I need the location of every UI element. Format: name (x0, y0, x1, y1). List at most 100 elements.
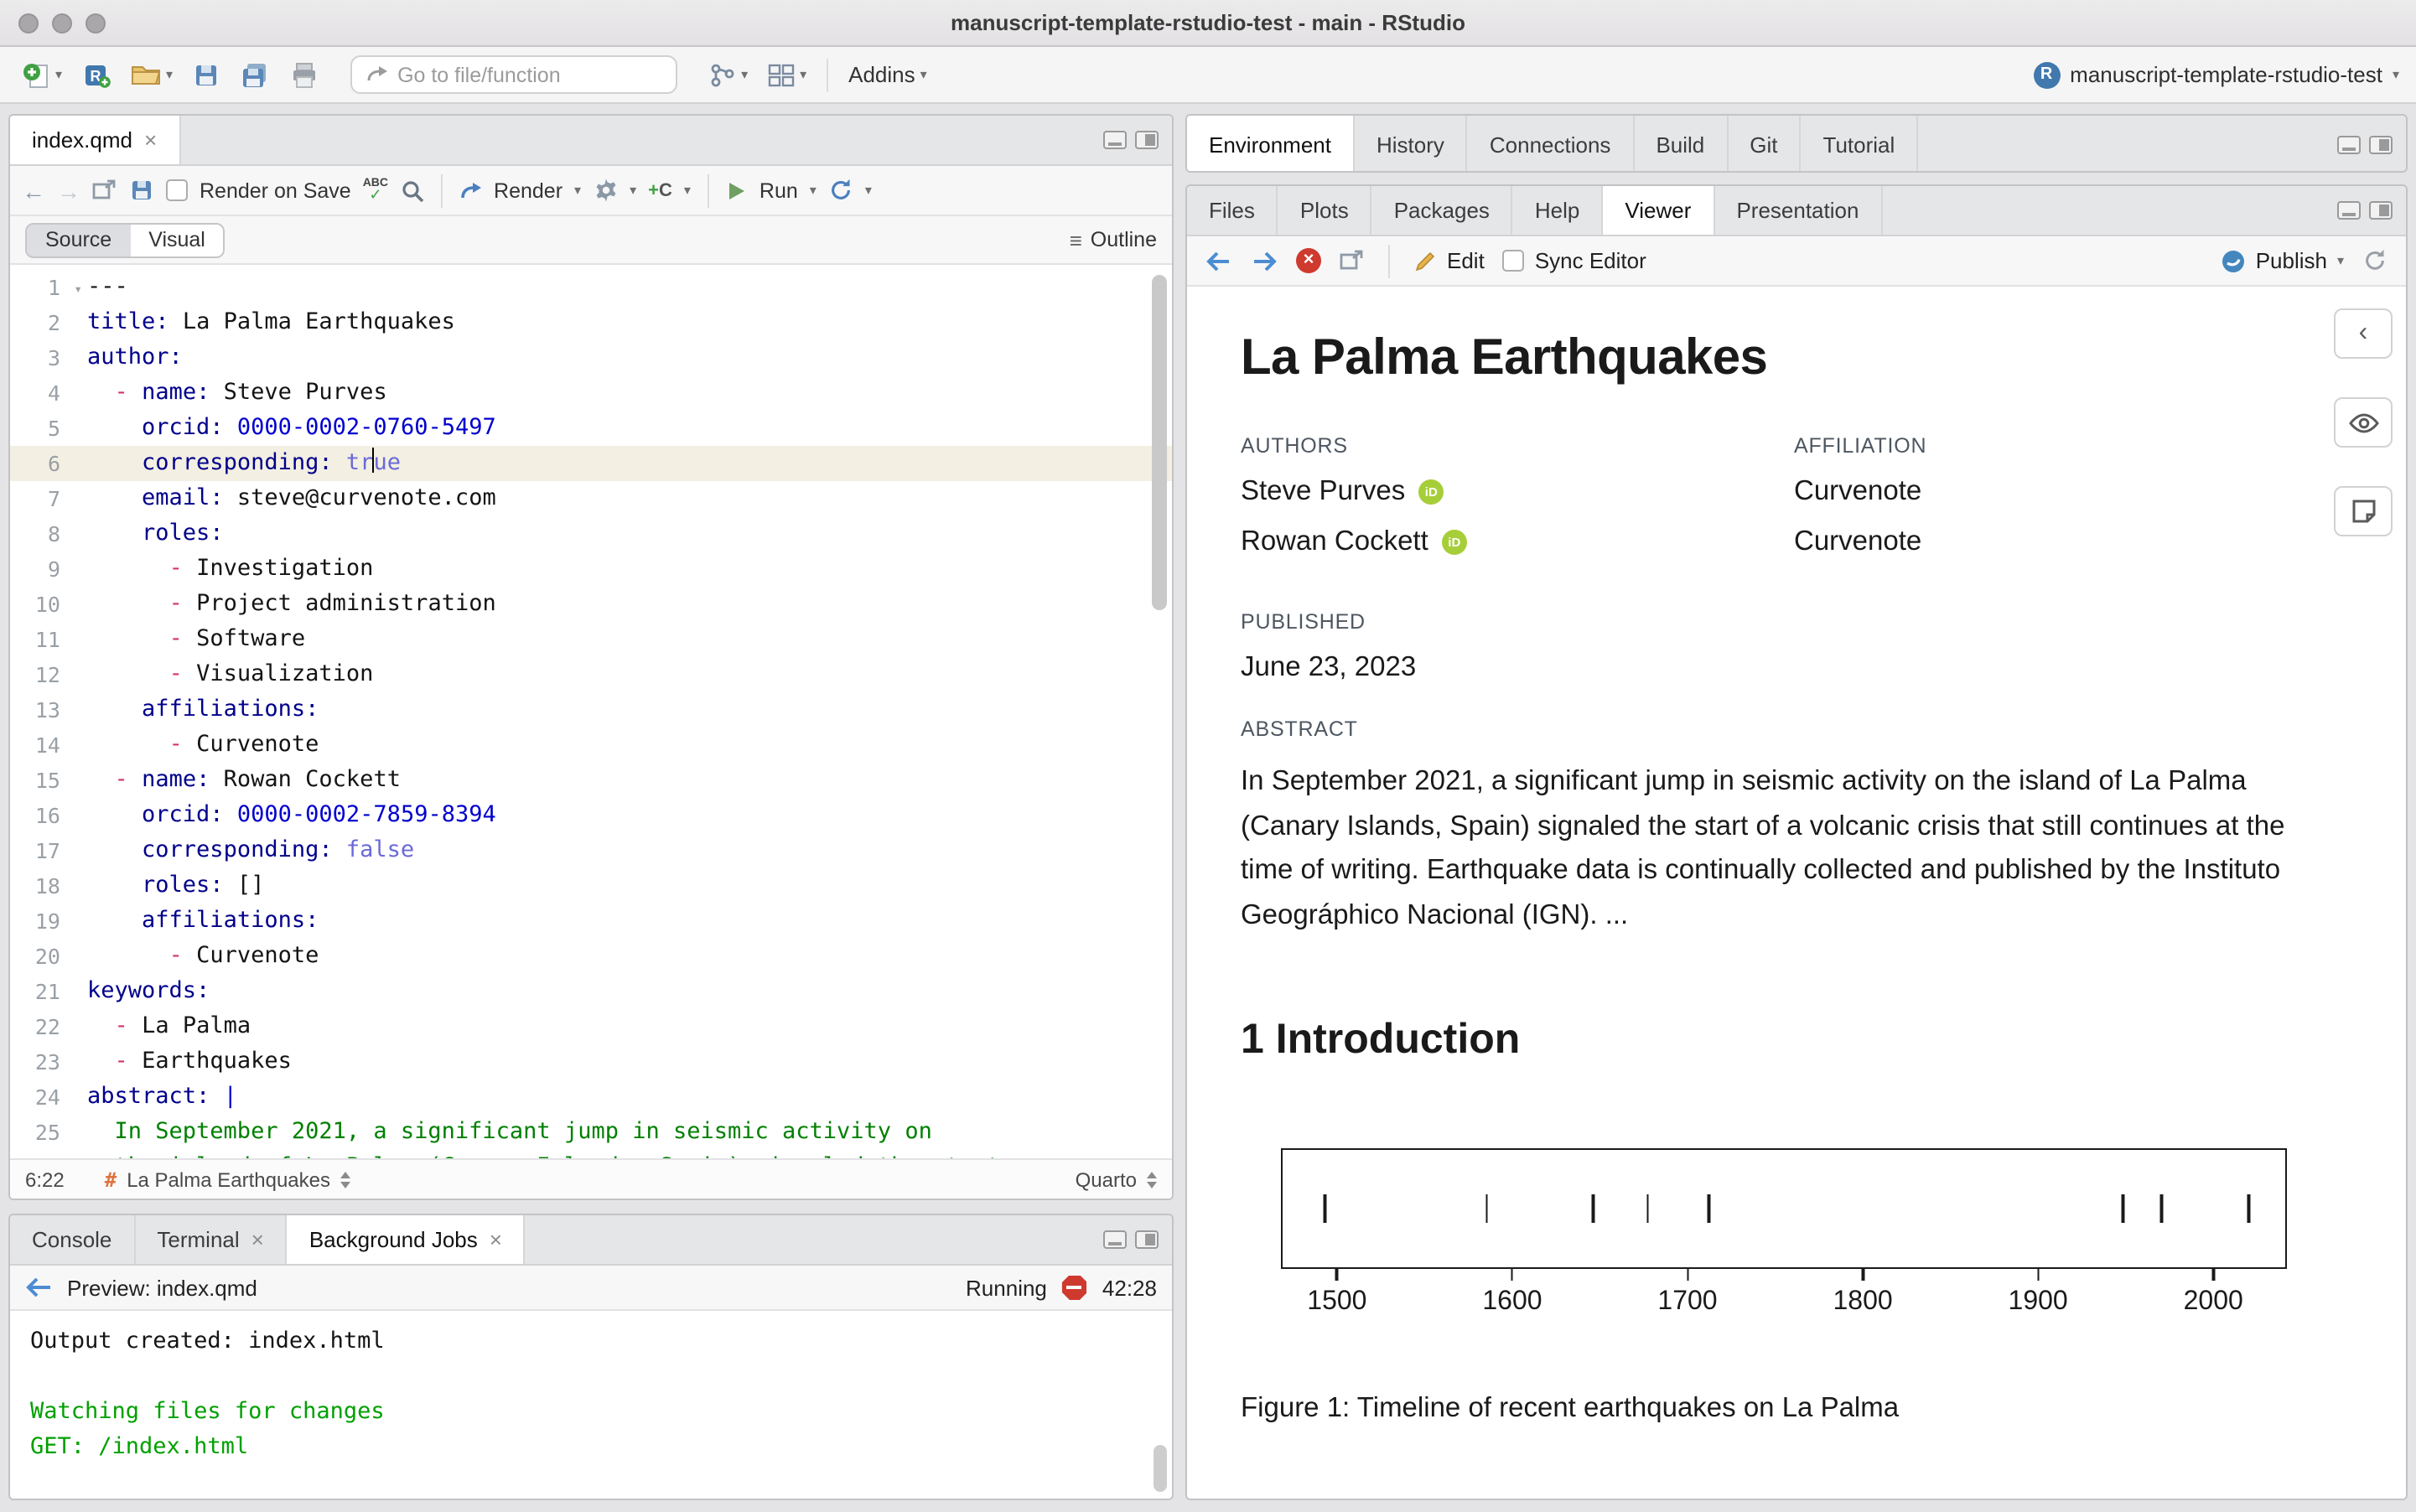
code-line-24[interactable]: 24 abstract: | (10, 1080, 1172, 1115)
spellcheck-icon[interactable]: ABC ✓ (363, 178, 388, 203)
code-line-18[interactable]: 18 roles: [] (10, 868, 1172, 904)
code-line-22[interactable]: 22 - La Palma (10, 1009, 1172, 1044)
sync-editor-checkbox[interactable] (1502, 250, 1525, 272)
maximize-pane-icon[interactable] (2369, 201, 2393, 220)
forward-icon[interactable] (1251, 251, 1278, 271)
save-all-button[interactable] (235, 58, 275, 91)
tab-console[interactable]: Console (10, 1215, 136, 1264)
goto-file-input[interactable] (397, 63, 633, 86)
print-button[interactable] (285, 58, 324, 91)
code-line-8[interactable]: 8 roles: (10, 516, 1172, 551)
maximize-pane-icon[interactable] (1135, 131, 1159, 149)
save-icon[interactable] (129, 178, 154, 203)
orcid-icon[interactable]: iD (1418, 479, 1444, 505)
code-line-23[interactable]: 23 - Earthquakes (10, 1044, 1172, 1080)
tab-terminal[interactable]: Terminal × (135, 1215, 288, 1264)
code-editor[interactable]: 1 ▾ --- 2 title: La Palma Earthquakes 3 author… (10, 265, 1172, 1158)
minimize-pane-icon[interactable] (1103, 131, 1127, 149)
addins-menu[interactable]: Addins ▾ (843, 59, 932, 91)
code-line-11[interactable]: 11 - Software (10, 622, 1172, 657)
workspace-panes-button[interactable]: ▾ (763, 60, 811, 90)
cursor-position[interactable]: 6:22 (25, 1168, 65, 1191)
annotate-button[interactable] (2334, 486, 2393, 536)
insert-chunk-icon[interactable]: +C (648, 180, 672, 200)
code-line-1[interactable]: 1 ▾ --- (10, 270, 1172, 305)
code-line-2[interactable]: 2 title: La Palma Earthquakes (10, 305, 1172, 340)
code-line-15[interactable]: 15 - name: Rowan Cockett (10, 763, 1172, 798)
close-tab-icon[interactable]: × (144, 127, 157, 153)
editor-scrollbar[interactable] (1152, 272, 1169, 1152)
new-project-button[interactable]: R (77, 57, 116, 92)
project-menu[interactable]: R manuscript-template-rstudio-test ▾ (2033, 61, 2399, 88)
code-line-19[interactable]: 19 affiliations: (10, 904, 1172, 939)
stop-job-icon[interactable] (1061, 1275, 1087, 1300)
file-type-selector[interactable]: Quarto (1076, 1168, 1157, 1191)
scrollbar-thumb[interactable] (1152, 275, 1167, 610)
code-line-25[interactable]: 25 In September 2021, a significant jump… (10, 1115, 1172, 1150)
fold-arrow-icon[interactable]: ▾ (74, 272, 82, 307)
outline-button[interactable]: ≡ Outline (1070, 227, 1157, 252)
clear-viewer-icon[interactable]: × (1296, 248, 1321, 273)
tab-files[interactable]: Files (1187, 186, 1278, 235)
close-tab-icon[interactable]: × (490, 1227, 502, 1252)
code-line-9[interactable]: 9 - Investigation (10, 551, 1172, 587)
publish-button[interactable]: Publish ▾ (2222, 248, 2344, 273)
close-tab-icon[interactable]: × (251, 1227, 264, 1252)
console-output[interactable]: Output created: index.html Watching files… (10, 1311, 1172, 1499)
refresh-icon[interactable] (2362, 248, 2387, 273)
minimize-pane-icon[interactable] (2337, 201, 2361, 220)
code-line-26[interactable]: 26 the island of La Palma (Canary Island… (10, 1150, 1172, 1158)
open-in-new-window-icon[interactable] (92, 179, 117, 201)
open-in-new-window-icon[interactable] (1340, 250, 1365, 272)
section-navigator[interactable]: # La Palma Earthquakes (105, 1168, 350, 1191)
sync-editor-toggle[interactable]: Sync Editor (1502, 248, 1646, 273)
code-line-3[interactable]: 3 author: (10, 340, 1172, 375)
minimize-window-button[interactable] (52, 13, 72, 33)
tab-background-jobs[interactable]: Background Jobs × (287, 1215, 526, 1264)
code-line-5[interactable]: 5 orcid: 0000-0002-0760-5497 (10, 411, 1172, 446)
run-button[interactable]: Run (760, 179, 798, 202)
code-line-14[interactable]: 14 - Curvenote (10, 728, 1172, 763)
close-window-button[interactable] (18, 13, 39, 33)
minimize-pane-icon[interactable] (2337, 135, 2361, 153)
maximize-pane-icon[interactable] (1135, 1230, 1159, 1249)
code-line-12[interactable]: 12 - Visualization (10, 657, 1172, 692)
code-line-13[interactable]: 13 affiliations: (10, 692, 1172, 728)
edit-button[interactable]: Edit (1413, 248, 1485, 273)
scrollbar-thumb[interactable] (1154, 1445, 1167, 1492)
tab-environment[interactable]: Environment (1187, 116, 1355, 171)
tab-connections[interactable]: Connections (1468, 116, 1635, 171)
code-line-16[interactable]: 16 orcid: 0000-0002-7859-8394 (10, 798, 1172, 833)
version-control-button[interactable]: ▾ (704, 58, 753, 91)
maximize-pane-icon[interactable] (2369, 135, 2393, 153)
open-file-button[interactable]: ▾ (126, 59, 178, 91)
tab-viewer[interactable]: Viewer (1603, 186, 1715, 235)
code-line-7[interactable]: 7 email: steve@curvenote.com (10, 481, 1172, 516)
tab-help[interactable]: Help (1513, 186, 1604, 235)
tab-history[interactable]: History (1355, 116, 1468, 171)
save-button[interactable] (188, 58, 225, 91)
tab-presentation[interactable]: Presentation (1714, 186, 1883, 235)
run-icon[interactable] (726, 180, 748, 200)
tab-packages[interactable]: Packages (1372, 186, 1513, 235)
back-icon[interactable] (25, 1277, 52, 1297)
back-icon[interactable]: ← (22, 177, 45, 204)
tab-build[interactable]: Build (1634, 116, 1729, 171)
minimize-pane-icon[interactable] (1103, 1230, 1127, 1249)
collapse-rail-button[interactable]: ‹ (2334, 308, 2393, 359)
tab-index-qmd[interactable]: index.qmd × (10, 116, 181, 164)
visual-mode-button[interactable]: Visual (130, 224, 224, 256)
render-button[interactable]: Render (494, 179, 563, 202)
code-line-4[interactable]: 4 - name: Steve Purves (10, 375, 1172, 411)
new-file-button[interactable]: ▾ (17, 57, 67, 92)
search-icon[interactable] (400, 179, 423, 202)
tab-plots[interactable]: Plots (1278, 186, 1372, 235)
source-mode-button[interactable]: Source (27, 224, 131, 256)
reader-view-button[interactable] (2334, 397, 2393, 448)
zoom-window-button[interactable] (86, 13, 106, 33)
code-line-21[interactable]: 21 keywords: (10, 974, 1172, 1009)
render-on-save-checkbox[interactable] (166, 179, 188, 201)
code-line-20[interactable]: 20 - Curvenote (10, 939, 1172, 974)
tab-git[interactable]: Git (1728, 116, 1802, 171)
forward-icon[interactable]: → (57, 177, 80, 204)
